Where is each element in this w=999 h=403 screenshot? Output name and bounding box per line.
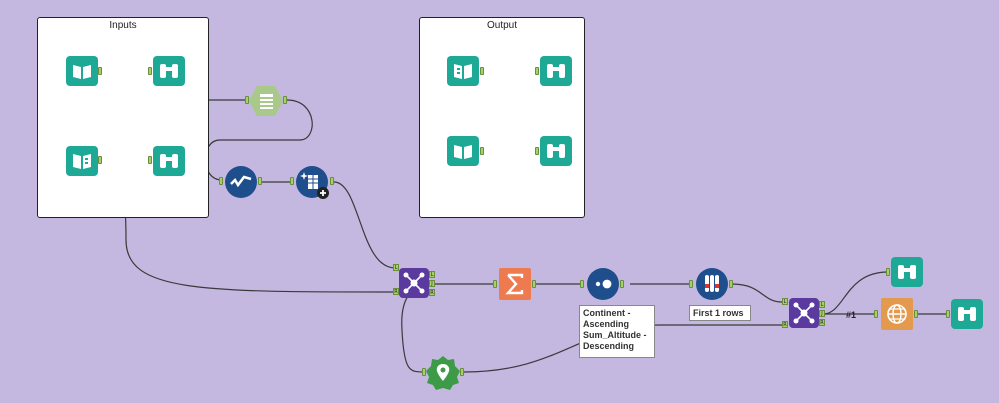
- browse-tool-3[interactable]: [891, 257, 923, 292]
- input-anchor[interactable]: [535, 67, 539, 75]
- sort-tool[interactable]: [587, 268, 619, 305]
- right-input-anchor[interactable]: R: [782, 321, 788, 328]
- output-data-tool-1[interactable]: [447, 56, 479, 91]
- output-anchor[interactable]: [532, 280, 536, 288]
- map-pin-icon: [426, 356, 460, 390]
- report-tool[interactable]: [881, 298, 913, 335]
- filter-tool[interactable]: [249, 86, 283, 121]
- output-container[interactable]: Output: [419, 17, 585, 218]
- connection-label: #1: [846, 310, 857, 320]
- inputs-container-title: Inputs: [109, 20, 137, 31]
- spatial-tool[interactable]: [426, 356, 460, 395]
- input-anchor[interactable]: [946, 310, 950, 318]
- sort-dots-icon: [587, 268, 619, 300]
- book-list-icon: [447, 56, 479, 86]
- output-data-tool-2[interactable]: [447, 136, 479, 171]
- output-anchor[interactable]: [330, 177, 334, 185]
- select-tool[interactable]: [225, 166, 257, 203]
- input-anchor[interactable]: [874, 310, 878, 318]
- input-data-tool-2[interactable]: [66, 146, 98, 181]
- sigma-icon: [499, 268, 531, 300]
- inputs-container[interactable]: Inputs: [37, 17, 209, 218]
- join-network-icon: [399, 268, 429, 298]
- filter-table-icon: [249, 86, 283, 116]
- wire-formula-join1: [333, 181, 396, 269]
- formula-tool[interactable]: [296, 166, 330, 205]
- book-list-icon: [66, 146, 98, 176]
- output-anchor[interactable]: [98, 67, 102, 75]
- join-output-anchor[interactable]: J: [429, 280, 435, 287]
- input-anchor[interactable]: [580, 280, 584, 288]
- join-tool-1[interactable]: [399, 268, 429, 303]
- join-tool-2[interactable]: [789, 298, 819, 333]
- binoculars-icon: [153, 146, 185, 176]
- binoculars-icon: [540, 136, 572, 166]
- binoculars-icon: [951, 299, 983, 329]
- globe-report-icon: [881, 298, 913, 330]
- sparkle-table-icon: [296, 166, 329, 199]
- output-anchor[interactable]: [258, 177, 262, 185]
- sort-annotation: Continent - Ascending Sum_Altitude - Des…: [579, 305, 655, 358]
- output-container-title: Output: [486, 20, 518, 31]
- sample-annotation: First 1 rows: [689, 305, 751, 321]
- input-anchor[interactable]: [290, 177, 294, 185]
- wire-sample-join2: [731, 283, 783, 303]
- input-data-tool-1[interactable]: [66, 56, 98, 91]
- checkmark-flow-icon: [225, 166, 257, 198]
- input-anchor[interactable]: [148, 67, 152, 75]
- right-output-anchor[interactable]: R: [429, 289, 435, 296]
- browse-tool-2[interactable]: [153, 146, 185, 181]
- output-anchor[interactable]: [480, 67, 484, 75]
- input-anchor[interactable]: [886, 268, 890, 276]
- output-anchor[interactable]: [480, 147, 484, 155]
- binoculars-icon: [891, 257, 923, 287]
- join-output-anchor[interactable]: J: [819, 310, 825, 317]
- input-anchor[interactable]: [689, 280, 693, 288]
- binoculars-icon: [540, 56, 572, 86]
- browse-tool-4[interactable]: [951, 299, 983, 334]
- output-anchor[interactable]: [98, 156, 102, 164]
- browse-tool-1[interactable]: [153, 56, 185, 91]
- summarize-tool[interactable]: [499, 268, 531, 305]
- test-tubes-icon: [696, 268, 728, 300]
- output-anchor[interactable]: [914, 310, 918, 318]
- book-open-icon: [66, 56, 98, 86]
- input-anchor[interactable]: [148, 156, 152, 164]
- right-output-anchor[interactable]: R: [819, 319, 825, 326]
- input-anchor[interactable]: [535, 147, 539, 155]
- left-output-anchor[interactable]: L: [429, 271, 435, 278]
- output-anchor[interactable]: [283, 96, 287, 104]
- binoculars-icon: [153, 56, 185, 86]
- browse-tool-6[interactable]: [540, 136, 572, 171]
- output-anchor[interactable]: [460, 368, 464, 376]
- sample-tool[interactable]: [696, 268, 728, 305]
- output-anchor[interactable]: [729, 280, 733, 288]
- book-open-icon: [447, 136, 479, 166]
- input-anchor[interactable]: [493, 280, 497, 288]
- left-input-anchor[interactable]: L: [782, 298, 788, 305]
- input-anchor[interactable]: [219, 177, 223, 185]
- join-network-icon: [789, 298, 819, 328]
- browse-tool-5[interactable]: [540, 56, 572, 91]
- left-output-anchor[interactable]: L: [819, 301, 825, 308]
- output-anchor[interactable]: [620, 280, 624, 288]
- wire-join2-browse3: [822, 271, 889, 315]
